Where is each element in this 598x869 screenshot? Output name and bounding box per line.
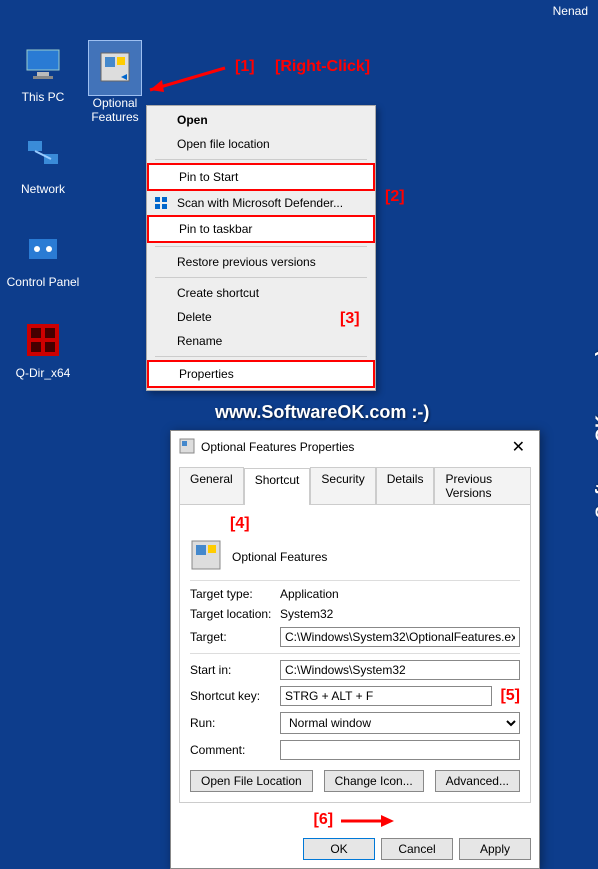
menu-item-scan-defender[interactable]: Scan with Microsoft Defender... (147, 191, 375, 215)
dialog-footer: OK Cancel Apply (171, 830, 539, 868)
start-in-input[interactable] (280, 660, 520, 680)
annotation-1: [1] (235, 58, 255, 76)
network-icon (19, 132, 67, 180)
cancel-button[interactable]: Cancel (381, 838, 453, 860)
icon-label: Control Panel (6, 275, 80, 289)
control-panel-icon (19, 225, 67, 273)
icon-label: This PC (6, 90, 80, 104)
dialog-title: Optional Features Properties (201, 440, 354, 454)
close-icon[interactable]: ✕ (506, 437, 531, 457)
window-icon (179, 438, 195, 457)
titlebar[interactable]: Optional Features Properties ✕ (171, 431, 539, 463)
comment-input[interactable] (280, 740, 520, 760)
qdir-icon (19, 316, 67, 364)
icon-label: Q-Dir_x64 (6, 366, 80, 380)
menu-item-restore-previous[interactable]: Restore previous versions (147, 250, 375, 274)
menu-item-properties[interactable]: Properties (147, 360, 375, 388)
properties-dialog: Optional Features Properties ✕ General S… (170, 430, 540, 869)
menu-item-open-file-location[interactable]: Open file location (147, 132, 375, 156)
target-type-value: Application (280, 587, 339, 601)
watermark: www.SoftwareOK.com :-) (215, 402, 429, 423)
menu-item-create-shortcut[interactable]: Create shortcut (147, 281, 375, 305)
target-input[interactable] (280, 627, 520, 647)
watermark-side: www.SoftwareOK.com :-) (592, 350, 598, 564)
shortcut-key-input[interactable] (280, 686, 492, 706)
tab-security[interactable]: Security (310, 467, 375, 504)
target-label: Target: (190, 630, 280, 644)
run-label: Run: (190, 716, 280, 730)
menu-item-pin-to-taskbar[interactable]: Pin to taskbar (147, 215, 375, 243)
open-file-location-button[interactable]: Open File Location (190, 770, 313, 792)
separator (155, 246, 367, 247)
tab-bar: General Shortcut Security Details Previo… (171, 463, 539, 504)
menu-label: Scan with Microsoft Defender... (177, 196, 343, 210)
desktop: Nenad This PC Optional Features Network … (0, 0, 598, 829)
optional-features-icon (91, 43, 139, 91)
menu-item-open[interactable]: Open (147, 108, 375, 132)
shield-icon (153, 195, 169, 214)
desktop-icon-network[interactable]: Network (6, 132, 80, 196)
tab-general[interactable]: General (179, 467, 244, 504)
advanced-button[interactable]: Advanced... (435, 770, 520, 792)
computer-icon (19, 40, 67, 88)
ok-button[interactable]: OK (303, 838, 375, 860)
icon-label: Optional Features (78, 96, 152, 124)
start-in-label: Start in: (190, 663, 280, 677)
app-icon (190, 539, 222, 574)
shortcut-key-label: Shortcut key: (190, 689, 280, 703)
menu-item-pin-to-start[interactable]: Pin to Start (147, 163, 375, 191)
separator (155, 159, 367, 160)
icon-label: Network (6, 182, 80, 196)
desktop-icon-this-pc[interactable]: This PC (6, 40, 80, 104)
tab-details[interactable]: Details (376, 467, 435, 504)
tab-shortcut[interactable]: Shortcut (244, 468, 311, 505)
annotation-5: [5] (500, 687, 520, 705)
header-name: Optional Features (232, 550, 327, 564)
arrow-icon (336, 812, 396, 830)
annotation-6: [6] (314, 811, 334, 828)
annotation-2: [2] (385, 188, 405, 206)
separator (155, 277, 367, 278)
apply-button[interactable]: Apply (459, 838, 531, 860)
tab-body: [4] Optional Features Target type:Applic… (179, 504, 531, 803)
desktop-icon-qdir[interactable]: Q-Dir_x64 (6, 316, 80, 380)
target-location-label: Target location: (190, 607, 280, 621)
change-icon-button[interactable]: Change Icon... (324, 770, 424, 792)
target-type-label: Target type: (190, 587, 280, 601)
desktop-icon-control-panel[interactable]: Control Panel (6, 225, 80, 289)
comment-label: Comment: (190, 743, 280, 757)
context-menu: Open Open file location Pin to Start Sca… (146, 105, 376, 391)
menu-item-rename[interactable]: Rename (147, 329, 375, 353)
annotation-1-label: [Right-Click] (275, 58, 370, 76)
tab-previous-versions[interactable]: Previous Versions (434, 467, 531, 504)
separator (155, 356, 367, 357)
annotation-4: [4] (230, 515, 250, 533)
arrow-icon (140, 60, 230, 100)
user-label: Nenad (553, 4, 588, 18)
run-select[interactable]: Normal window (280, 712, 520, 734)
annotation-3: [3] (340, 310, 360, 328)
target-location-value: System32 (280, 607, 333, 621)
